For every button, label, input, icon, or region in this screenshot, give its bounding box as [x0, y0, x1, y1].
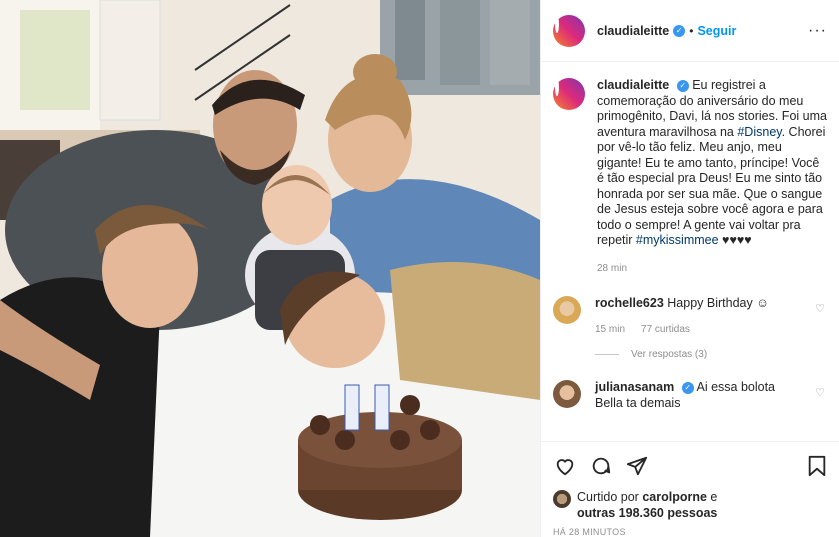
caption-text-3: ♥♥♥♥ — [718, 233, 752, 247]
like-heart-icon[interactable] — [553, 454, 577, 478]
post-photo[interactable] — [0, 0, 540, 537]
commenter-avatar[interactable] — [553, 296, 581, 324]
post-actions: Curtido por carolporne e outras 198.360 … — [541, 441, 839, 537]
verified-badge-icon: ✓ — [681, 381, 694, 394]
comments-section: claudialeitte ✓ Eu registrei a comemoraç… — [541, 62, 839, 441]
post-timestamp[interactable]: HÁ 28 MINUTOS — [553, 527, 829, 537]
author-avatar[interactable] — [553, 14, 585, 47]
liker-avatar[interactable] — [553, 490, 571, 508]
family-photo-illustration — [0, 0, 540, 537]
caption-body: claudialeitte ✓ Eu registrei a comemoraç… — [597, 78, 827, 276]
comment-time[interactable]: 15 min — [595, 322, 625, 338]
comment-text-block: rochelle623 Happy Birthday ☺ 15 min 77 c… — [595, 296, 795, 337]
comment-likes[interactable]: 77 curtidas — [641, 322, 690, 338]
likes-others[interactable]: outras 198.360 pessoas — [577, 506, 717, 520]
comment-text-block: julianasanam ✓ Ai essa bolota Bella ta d… — [595, 380, 795, 411]
comment-username[interactable]: julianasanam — [595, 380, 674, 394]
more-horizontal-icon[interactable]: ··· — [808, 22, 827, 40]
caption-author-avatar[interactable] — [553, 78, 585, 110]
view-replies-label: Ver respostas (3) — [631, 349, 708, 360]
comment-bubble-icon[interactable] — [589, 454, 613, 478]
share-paper-plane-icon[interactable] — [625, 454, 649, 478]
caption-text-2: . Chorei por vê-lo tão feliz. Meu anjo, … — [597, 124, 826, 248]
follow-button[interactable]: Seguir — [697, 24, 736, 38]
instagram-post-modal: claudialeitte ✓ • Seguir ··· claudialeit… — [0, 0, 839, 537]
hashtag-mykissimmee[interactable]: #mykissimmee — [636, 233, 719, 247]
caption-username[interactable]: claudialeitte — [597, 78, 669, 92]
verified-badge-icon: ✓ — [673, 24, 686, 37]
action-icons — [553, 450, 829, 482]
liker-username[interactable]: carolporne — [642, 490, 707, 504]
verified-badge-icon: ✓ — [676, 79, 689, 92]
bookmark-icon[interactable] — [805, 454, 829, 478]
likes-text: Curtido por carolporne e outras 198.360 … — [577, 490, 717, 521]
comment-item: julianasanam ✓ Ai essa bolota Bella ta d… — [553, 380, 827, 411]
author-username[interactable]: claudialeitte — [597, 24, 669, 38]
comment-username[interactable]: rochelle623 — [595, 296, 664, 310]
comment-meta: 15 min 77 curtidas — [595, 322, 795, 338]
likes-mid: e — [710, 490, 718, 504]
commenter-avatar[interactable] — [553, 380, 581, 408]
likes-summary: Curtido por carolporne e outras 198.360 … — [553, 490, 829, 521]
hashtag-disney[interactable]: #Disney — [737, 125, 781, 139]
separator-dot: • — [689, 23, 694, 38]
post-sidebar: claudialeitte ✓ • Seguir ··· claudialeit… — [540, 0, 839, 537]
heart-outline-icon[interactable]: ♡ — [815, 302, 825, 315]
post-caption: claudialeitte ✓ Eu registrei a comemoraç… — [553, 78, 827, 276]
post-header: claudialeitte ✓ • Seguir ··· — [541, 0, 839, 62]
comment-item: rochelle623 Happy Birthday ☺ 15 min 77 c… — [553, 296, 827, 337]
caption-time[interactable]: 28 min — [597, 261, 827, 277]
likes-prefix: Curtido por — [577, 490, 639, 504]
view-replies[interactable]: Ver respostas (3) — [595, 349, 827, 360]
replies-line — [595, 354, 619, 355]
heart-outline-icon[interactable]: ♡ — [815, 386, 825, 399]
comment-text: Happy Birthday ☺ — [667, 296, 769, 310]
